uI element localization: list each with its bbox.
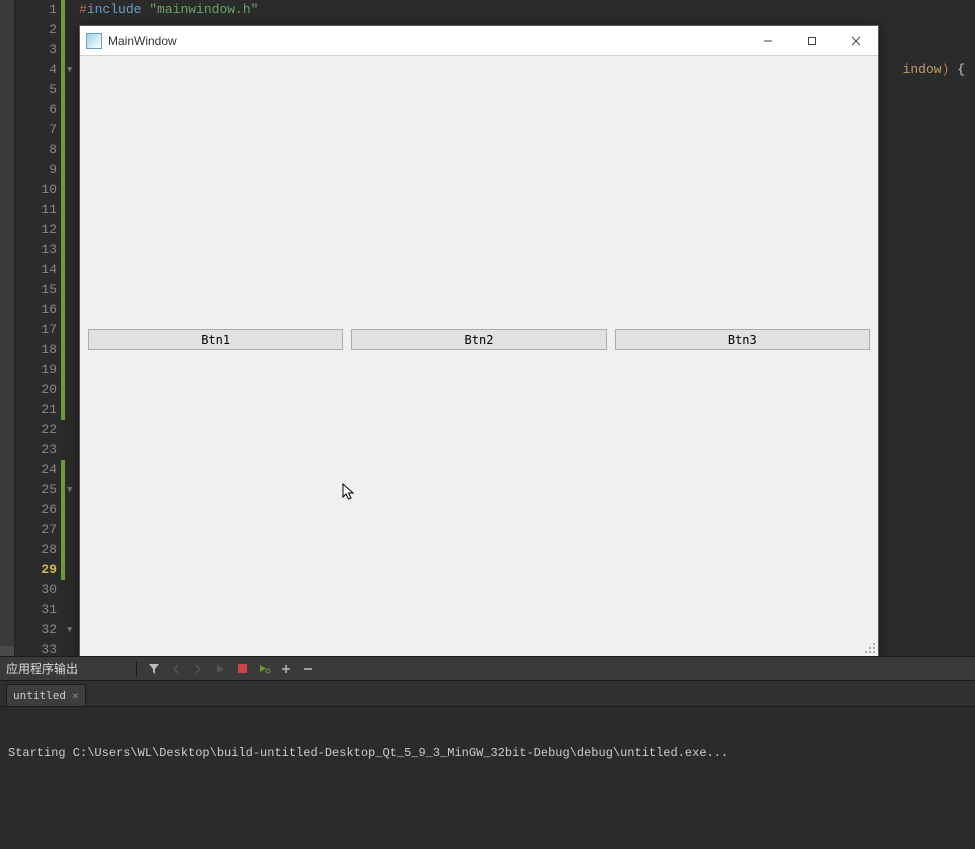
line-number: 27 <box>15 520 57 540</box>
fold-column: ▼ ▼ ▼ <box>65 0 79 656</box>
editor-gutter: 1 2 3 4 5 6 7 8 9 10 11 12 13 14 15 16 1… <box>15 0 61 656</box>
line-number: 30 <box>15 580 57 600</box>
editor-left-rail <box>0 0 15 656</box>
line-number: 12 <box>15 220 57 240</box>
line-number: 23 <box>15 440 57 460</box>
line-number: 17 <box>15 320 57 340</box>
app-icon <box>86 33 102 49</box>
minimize-button[interactable] <box>746 26 790 55</box>
line-number: 26 <box>15 500 57 520</box>
button-row: Btn1 Btn2 Btn3 <box>88 329 870 350</box>
line-number: 7 <box>15 120 57 140</box>
line-number: 19 <box>15 360 57 380</box>
code-line: #include "mainwindow.h" <box>79 0 975 20</box>
remove-button[interactable] <box>299 660 317 678</box>
minimize-icon <box>763 36 773 46</box>
client-area: Btn1 Btn2 Btn3 <box>80 56 878 656</box>
output-tab-row: untitled ✕ <box>0 681 975 707</box>
line-number: 14 <box>15 260 57 280</box>
output-header: 应用程序输出 <box>0 657 975 681</box>
running-app-window[interactable]: MainWindow Btn1 Btn2 Btn3 <box>79 25 879 657</box>
line-number: 16 <box>15 300 57 320</box>
close-button[interactable] <box>834 26 878 55</box>
window-title: MainWindow <box>108 34 746 48</box>
line-number: 9 <box>15 160 57 180</box>
output-tab-label: untitled <box>13 689 66 702</box>
output-tab[interactable]: untitled ✕ <box>6 684 86 706</box>
filter-button[interactable] <box>145 660 163 678</box>
rerun-button[interactable] <box>255 660 273 678</box>
line-number-current: 29 <box>15 560 57 580</box>
stop-button[interactable] <box>233 660 251 678</box>
line-number: 28 <box>15 540 57 560</box>
resize-grip-icon[interactable] <box>864 642 876 654</box>
fold-marker-icon[interactable]: ▼ <box>67 480 72 500</box>
line-number: 6 <box>15 100 57 120</box>
line-number: 13 <box>15 240 57 260</box>
maximize-icon <box>807 36 817 46</box>
chevron-right-icon <box>192 663 204 675</box>
line-number: 32 <box>15 620 57 640</box>
separator <box>136 661 137 677</box>
btn1-button[interactable]: Btn1 <box>88 329 343 350</box>
minus-icon <box>302 663 314 675</box>
line-number: 8 <box>15 140 57 160</box>
line-number: 18 <box>15 340 57 360</box>
line-number: 4 <box>15 60 57 80</box>
line-number: 5 <box>15 80 57 100</box>
line-number: 20 <box>15 380 57 400</box>
line-number: 15 <box>15 280 57 300</box>
btn3-button[interactable]: Btn3 <box>615 329 870 350</box>
line-number: 2 <box>15 20 57 40</box>
line-number: 11 <box>15 200 57 220</box>
output-panel: 应用程序输出 untitled ✕ Sta <box>0 656 975 849</box>
line-number: 24 <box>15 460 57 480</box>
console-line: Starting C:\Users\WL\Desktop\build-untit… <box>8 745 967 761</box>
tab-close-icon[interactable]: ✕ <box>72 689 79 702</box>
play-bug-icon <box>258 662 271 675</box>
line-number: 31 <box>15 600 57 620</box>
output-console[interactable]: Starting C:\Users\WL\Desktop\build-untit… <box>0 707 975 849</box>
close-icon <box>851 36 861 46</box>
run-button[interactable] <box>211 660 229 678</box>
nav-forward-button[interactable] <box>189 660 207 678</box>
line-number: 3 <box>15 40 57 60</box>
line-number: 21 <box>15 400 57 420</box>
maximize-button[interactable] <box>790 26 834 55</box>
add-button[interactable] <box>277 660 295 678</box>
play-icon <box>214 663 226 675</box>
line-number: 22 <box>15 420 57 440</box>
stop-icon <box>237 663 248 674</box>
btn2-button[interactable]: Btn2 <box>351 329 606 350</box>
nav-back-button[interactable] <box>167 660 185 678</box>
filter-icon <box>147 662 161 676</box>
titlebar[interactable]: MainWindow <box>80 26 878 56</box>
line-number: 25 <box>15 480 57 500</box>
fold-marker-icon[interactable]: ▼ <box>67 620 72 640</box>
fold-marker-icon[interactable]: ▼ <box>67 60 72 80</box>
line-number: 1 <box>15 0 57 20</box>
line-number: 10 <box>15 180 57 200</box>
output-panel-title: 应用程序输出 <box>6 660 128 677</box>
chevron-left-icon <box>170 663 182 675</box>
plus-icon <box>280 663 292 675</box>
